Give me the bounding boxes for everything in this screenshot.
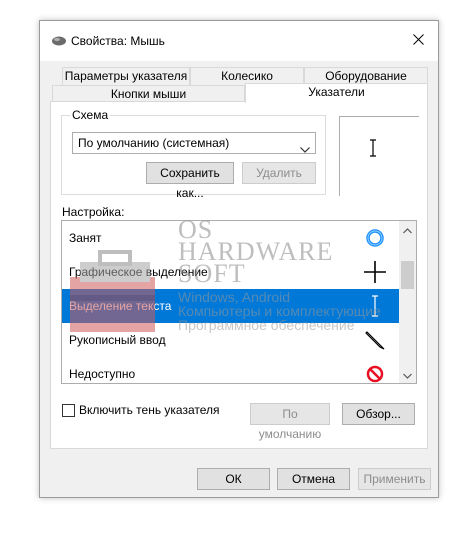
- chevron-down-icon: [403, 368, 412, 382]
- cursor-preview: [339, 116, 419, 196]
- list-item[interactable]: Выделение текста: [62, 289, 400, 323]
- list-item[interactable]: Занят: [62, 221, 400, 255]
- scheme-select[interactable]: По умолчанию (системная): [72, 132, 316, 154]
- ok-button[interactable]: ОК: [197, 468, 270, 490]
- delete-button[interactable]: Удалить: [242, 162, 316, 184]
- cancel-button[interactable]: Отмена: [277, 468, 350, 490]
- scheme-label: Схема: [70, 108, 111, 122]
- crosshair-icon: [362, 259, 388, 285]
- tab-pointer-options[interactable]: Параметры указателя: [62, 67, 190, 85]
- close-icon: [412, 34, 424, 48]
- title-bar: Свойства: Мышь: [40, 21, 438, 61]
- scroll-down-button[interactable]: [399, 366, 416, 383]
- close-button[interactable]: [398, 21, 438, 61]
- scheme-group: Схема По умолчанию (системная) Сохранить…: [61, 108, 326, 200]
- list-item[interactable]: Рукописный ввод: [62, 323, 400, 357]
- mouse-icon: [51, 35, 67, 47]
- list-item[interactable]: Графическое выделение: [62, 255, 400, 289]
- use-default-button[interactable]: По умолчанию: [250, 403, 330, 441]
- scheme-selected-value: По умолчанию (системная): [78, 136, 230, 150]
- enable-shadow-label: Включить тень указателя: [79, 403, 220, 417]
- mouse-properties-window: Свойства: Мышь Параметры указателя Колес…: [39, 20, 439, 498]
- text-beam-icon: [362, 293, 388, 319]
- text-beam-icon: [368, 139, 378, 160]
- pointers-panel: Схема По умолчанию (системная) Сохранить…: [50, 101, 428, 449]
- enable-shadow-checkbox[interactable]: [62, 404, 75, 417]
- scroll-thumb[interactable]: [401, 261, 414, 289]
- pen-icon: [362, 327, 388, 353]
- save-as-button[interactable]: Сохранить как...: [146, 162, 234, 200]
- chevron-down-icon: [300, 139, 310, 159]
- customize-label: Настройка:: [62, 205, 125, 219]
- unavailable-icon: [362, 361, 388, 383]
- window-title: Свойства: Мышь: [71, 34, 165, 48]
- scroll-up-button[interactable]: [399, 221, 416, 238]
- apply-button[interactable]: Применить: [358, 468, 431, 490]
- list-scrollbar[interactable]: [399, 221, 416, 383]
- busy-ring-icon: [362, 225, 388, 251]
- cursor-list: Занят Графическое выделение Выделение те…: [61, 220, 417, 384]
- browse-button[interactable]: Обзор...: [342, 403, 415, 425]
- tab-pointers[interactable]: Указатели: [245, 83, 428, 103]
- list-item[interactable]: Недоступно: [62, 357, 400, 383]
- chevron-up-icon: [403, 223, 412, 237]
